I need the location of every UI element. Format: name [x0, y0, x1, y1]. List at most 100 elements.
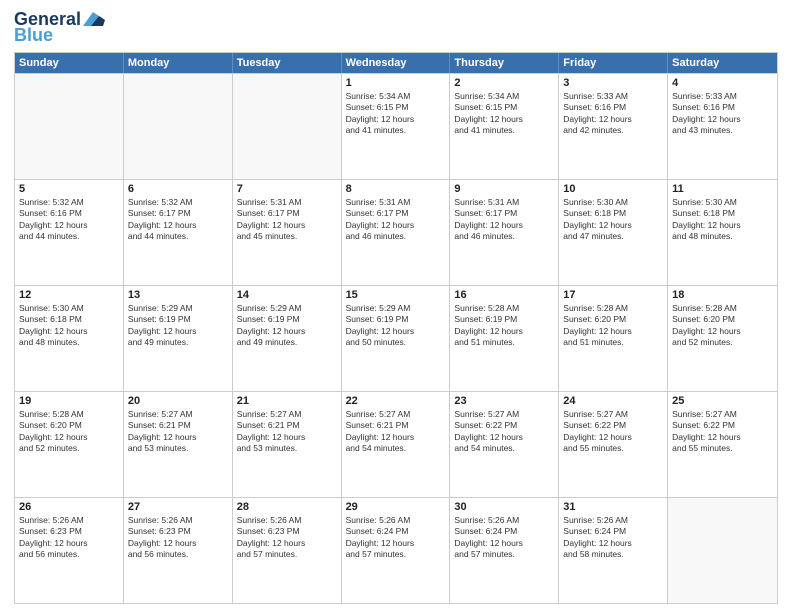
cell-4-1: 27 Sunrise: 5:26 AM Sunset: 6:23 PM Dayli… [124, 498, 233, 603]
cell-0-3: 1 Sunrise: 5:34 AM Sunset: 6:15 PM Daylig… [342, 74, 451, 179]
day-number: 31 [563, 501, 663, 513]
cell-3-5: 24 Sunrise: 5:27 AM Sunset: 6:22 PM Dayli… [559, 392, 668, 497]
cell-1-2: 7 Sunrise: 5:31 AM Sunset: 6:17 PM Daylig… [233, 180, 342, 285]
cell-0-0 [15, 74, 124, 179]
day-number: 4 [672, 77, 773, 89]
day-info: Sunrise: 5:34 AM Sunset: 6:15 PM Dayligh… [346, 91, 446, 137]
day-number: 10 [563, 183, 663, 195]
cell-3-2: 21Sunrise: 5:27 AM Sunset: 6:21 PM Dayli… [233, 392, 342, 497]
cell-3-0: 19 Sunrise: 5:28 AM Sunset: 6:20 PM Dayli… [15, 392, 124, 497]
day-info: Sunrise: 5:33 AM Sunset: 6:16 PM Dayligh… [563, 91, 663, 137]
cell-2-6: 18Sunrise: 5:28 AM Sunset: 6:20 PM Dayli… [668, 286, 777, 391]
day-info: Sunrise: 5:30 AM Sunset: 6:18 PM Dayligh… [19, 303, 119, 349]
week-row-2: 5Sunrise: 5:32 AM Sunset: 6:16 PM Daylig… [15, 179, 777, 285]
day-info: Sunrise: 5:33 AM Sunset: 6:16 PM Dayligh… [672, 91, 773, 137]
day-number: 11 [672, 183, 773, 195]
cell-1-3: 8 Sunrise: 5:31 AM Sunset: 6:17 PM Daylig… [342, 180, 451, 285]
cell-1-6: 11Sunrise: 5:30 AM Sunset: 6:18 PM Dayli… [668, 180, 777, 285]
day-info: Sunrise: 5:26 AM Sunset: 6:23 PM Dayligh… [128, 515, 228, 561]
cell-1-0: 5Sunrise: 5:32 AM Sunset: 6:16 PM Daylig… [15, 180, 124, 285]
day-number: 30 [454, 501, 554, 513]
day-info: Sunrise: 5:27 AM Sunset: 6:22 PM Dayligh… [563, 409, 663, 455]
cell-2-4: 16 Sunrise: 5:28 AM Sunset: 6:19 PM Dayli… [450, 286, 559, 391]
day-info: Sunrise: 5:31 AM Sunset: 6:17 PM Dayligh… [454, 197, 554, 243]
day-info: Sunrise: 5:28 AM Sunset: 6:20 PM Dayligh… [563, 303, 663, 349]
cell-2-1: 13 Sunrise: 5:29 AM Sunset: 6:19 PM Dayli… [124, 286, 233, 391]
day-info: Sunrise: 5:27 AM Sunset: 6:21 PM Dayligh… [128, 409, 228, 455]
day-number: 1 [346, 77, 446, 89]
cell-4-2: 28 Sunrise: 5:26 AM Sunset: 6:23 PM Dayli… [233, 498, 342, 603]
day-number: 24 [563, 395, 663, 407]
day-number: 3 [563, 77, 663, 89]
cell-3-4: 23 Sunrise: 5:27 AM Sunset: 6:22 PM Dayli… [450, 392, 559, 497]
day-number: 22 [346, 395, 446, 407]
day-number: 8 [346, 183, 446, 195]
day-number: 19 [19, 395, 119, 407]
week-row-4: 19 Sunrise: 5:28 AM Sunset: 6:20 PM Dayli… [15, 391, 777, 497]
day-number: 21 [237, 395, 337, 407]
cell-4-5: 31Sunrise: 5:26 AM Sunset: 6:24 PM Dayli… [559, 498, 668, 603]
day-number: 25 [672, 395, 773, 407]
day-number: 9 [454, 183, 554, 195]
day-number: 26 [19, 501, 119, 513]
logo-icon [83, 12, 105, 26]
week-row-5: 26 Sunrise: 5:26 AM Sunset: 6:23 PM Dayli… [15, 497, 777, 603]
cell-4-0: 26Sunrise: 5:26 AM Sunset: 6:23 PM Dayli… [15, 498, 124, 603]
cell-4-3: 29 Sunrise: 5:26 AM Sunset: 6:24 PM Dayli… [342, 498, 451, 603]
cell-3-1: 20 Sunrise: 5:27 AM Sunset: 6:21 PM Dayli… [124, 392, 233, 497]
cell-4-4: 30 Sunrise: 5:26 AM Sunset: 6:24 PM Dayli… [450, 498, 559, 603]
header-thursday: Thursday [450, 53, 559, 73]
day-info: Sunrise: 5:26 AM Sunset: 6:24 PM Dayligh… [346, 515, 446, 561]
day-info: Sunrise: 5:26 AM Sunset: 6:23 PM Dayligh… [237, 515, 337, 561]
header: General Blue [14, 10, 778, 46]
day-info: Sunrise: 5:29 AM Sunset: 6:19 PM Dayligh… [237, 303, 337, 349]
header-saturday: Saturday [668, 53, 777, 73]
day-number: 13 [128, 289, 228, 301]
week-row-3: 12 Sunrise: 5:30 AM Sunset: 6:18 PM Dayli… [15, 285, 777, 391]
day-number: 7 [237, 183, 337, 195]
cell-2-5: 17Sunrise: 5:28 AM Sunset: 6:20 PM Dayli… [559, 286, 668, 391]
page: General Blue Sunday Monday Tuesday Wedne… [0, 0, 792, 612]
header-wednesday: Wednesday [342, 53, 451, 73]
day-number: 12 [19, 289, 119, 301]
calendar: Sunday Monday Tuesday Wednesday Thursday… [14, 52, 778, 604]
calendar-header: Sunday Monday Tuesday Wednesday Thursday… [15, 53, 777, 73]
day-number: 23 [454, 395, 554, 407]
cell-3-6: 25 Sunrise: 5:27 AM Sunset: 6:22 PM Dayli… [668, 392, 777, 497]
cell-0-4: 2Sunrise: 5:34 AM Sunset: 6:15 PM Daylig… [450, 74, 559, 179]
cell-1-1: 6 Sunrise: 5:32 AM Sunset: 6:17 PM Daylig… [124, 180, 233, 285]
day-number: 20 [128, 395, 228, 407]
cell-1-5: 10Sunrise: 5:30 AM Sunset: 6:18 PM Dayli… [559, 180, 668, 285]
cell-4-6 [668, 498, 777, 603]
day-number: 27 [128, 501, 228, 513]
day-info: Sunrise: 5:31 AM Sunset: 6:17 PM Dayligh… [237, 197, 337, 243]
day-info: Sunrise: 5:31 AM Sunset: 6:17 PM Dayligh… [346, 197, 446, 243]
header-monday: Monday [124, 53, 233, 73]
day-info: Sunrise: 5:28 AM Sunset: 6:19 PM Dayligh… [454, 303, 554, 349]
cell-2-3: 15 Sunrise: 5:29 AM Sunset: 6:19 PM Dayli… [342, 286, 451, 391]
day-info: Sunrise: 5:29 AM Sunset: 6:19 PM Dayligh… [128, 303, 228, 349]
week-row-1: 1 Sunrise: 5:34 AM Sunset: 6:15 PM Daylig… [15, 73, 777, 179]
day-number: 16 [454, 289, 554, 301]
day-number: 14 [237, 289, 337, 301]
day-number: 29 [346, 501, 446, 513]
day-info: Sunrise: 5:29 AM Sunset: 6:19 PM Dayligh… [346, 303, 446, 349]
cell-1-4: 9 Sunrise: 5:31 AM Sunset: 6:17 PM Daylig… [450, 180, 559, 285]
day-number: 28 [237, 501, 337, 513]
day-info: Sunrise: 5:32 AM Sunset: 6:17 PM Dayligh… [128, 197, 228, 243]
day-number: 2 [454, 77, 554, 89]
day-info: Sunrise: 5:27 AM Sunset: 6:22 PM Dayligh… [672, 409, 773, 455]
day-info: Sunrise: 5:27 AM Sunset: 6:21 PM Dayligh… [346, 409, 446, 455]
cell-3-3: 22 Sunrise: 5:27 AM Sunset: 6:21 PM Dayli… [342, 392, 451, 497]
calendar-body: 1 Sunrise: 5:34 AM Sunset: 6:15 PM Daylig… [15, 73, 777, 603]
day-info: Sunrise: 5:26 AM Sunset: 6:24 PM Dayligh… [454, 515, 554, 561]
day-info: Sunrise: 5:28 AM Sunset: 6:20 PM Dayligh… [19, 409, 119, 455]
cell-0-5: 3 Sunrise: 5:33 AM Sunset: 6:16 PM Daylig… [559, 74, 668, 179]
day-number: 6 [128, 183, 228, 195]
cell-0-2 [233, 74, 342, 179]
header-friday: Friday [559, 53, 668, 73]
header-sunday: Sunday [15, 53, 124, 73]
day-info: Sunrise: 5:27 AM Sunset: 6:22 PM Dayligh… [454, 409, 554, 455]
day-info: Sunrise: 5:32 AM Sunset: 6:16 PM Dayligh… [19, 197, 119, 243]
day-number: 15 [346, 289, 446, 301]
